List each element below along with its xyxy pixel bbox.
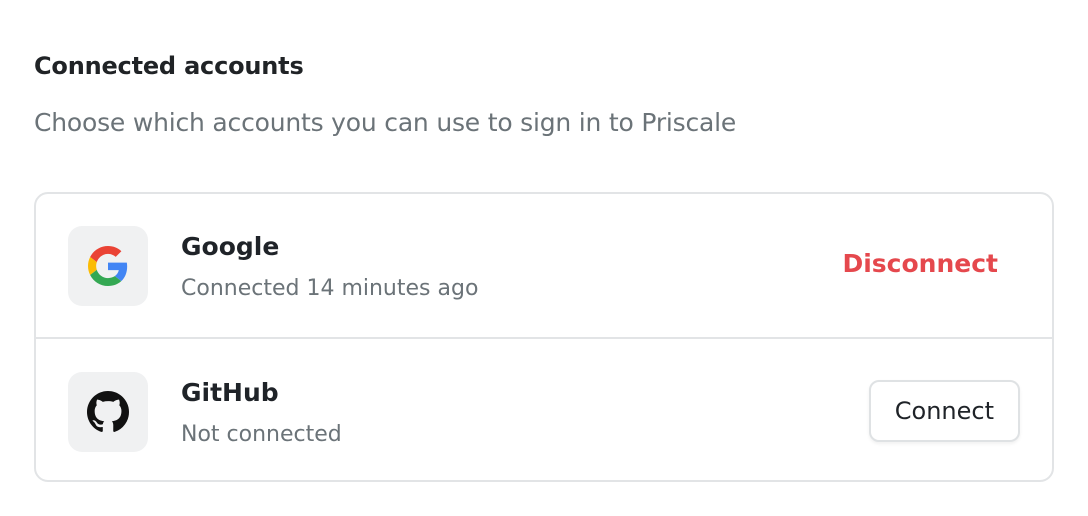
section-subtitle: Choose which accounts you can use to sig… <box>34 108 737 137</box>
section-title: Connected accounts <box>34 52 304 80</box>
google-icon <box>88 246 128 286</box>
account-status: Not connected <box>181 422 342 447</box>
google-logo-tile <box>68 226 148 306</box>
account-row-google: Google Connected 14 minutes ago Disconne… <box>36 194 1052 339</box>
account-row-github: GitHub Not connected Connect <box>36 340 1052 480</box>
account-status: Connected 14 minutes ago <box>181 276 479 301</box>
github-icon <box>87 391 129 432</box>
connected-accounts-card: Google Connected 14 minutes ago Disconne… <box>34 192 1054 482</box>
connect-button[interactable]: Connect <box>868 380 1020 442</box>
account-name: Google <box>181 232 280 261</box>
account-name: GitHub <box>181 378 279 407</box>
disconnect-button[interactable]: Disconnect <box>842 249 998 278</box>
github-logo-tile <box>68 372 148 452</box>
